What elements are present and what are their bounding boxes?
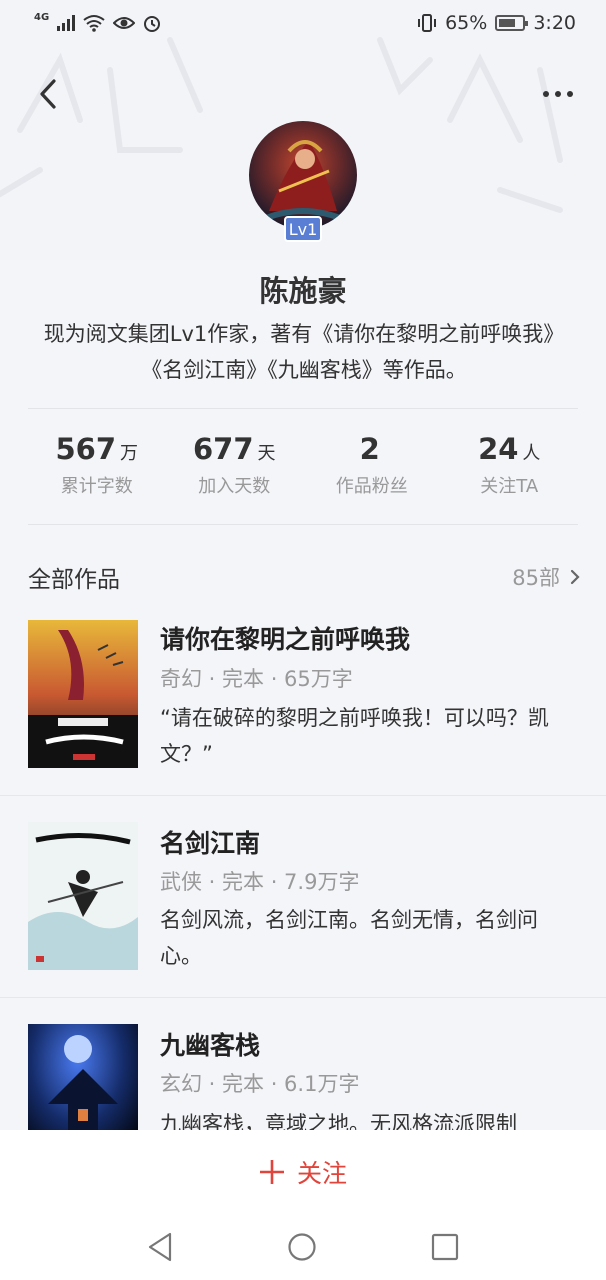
book-title: 九幽客栈 [160, 1031, 261, 1060]
signal-icon [57, 15, 76, 31]
book-meta: 奇幻 · 完本 · 65万字 [160, 667, 353, 691]
stat-value: 677 [192, 432, 254, 466]
works-count-link[interactable]: 85部 [512, 562, 580, 592]
eye-icon [113, 17, 136, 29]
book-cover [28, 822, 138, 970]
follow-label: 关注 [296, 1159, 347, 1188]
system-nav-bar [0, 1214, 606, 1280]
more-dot-icon [555, 91, 561, 97]
author-name: 陈施豪 [259, 274, 347, 308]
network-type: 4G [34, 11, 50, 23]
book-description: 名剑风流，名剑江南。名剑无情，名剑问心。 [160, 908, 538, 968]
nav-back-icon[interactable] [147, 1232, 173, 1262]
chevron-right-icon [570, 569, 580, 585]
more-dot-icon [567, 91, 573, 97]
stat-label: 关注TA [480, 476, 539, 497]
stat-join-days: 677 天 加入天数 [166, 432, 304, 512]
stat-label: 作品粉丝 [335, 476, 408, 497]
more-button[interactable] [536, 80, 580, 108]
clock: 3:20 [533, 12, 576, 34]
works-section-title: 全部作品 [28, 567, 120, 593]
book-description: 九幽客栈，竟域之地。无风格流派限制 [160, 1112, 517, 1130]
stat-label: 累计字数 [60, 476, 133, 497]
more-dot-icon [543, 91, 549, 97]
book-meta: 玄幻 · 完本 · 6.1万字 [160, 1072, 360, 1096]
stat-unit: 万 [120, 443, 139, 464]
nav-recents-icon[interactable] [431, 1233, 459, 1261]
stat-label: 加入天数 [198, 476, 271, 497]
book-item[interactable]: 请你在黎明之前呼唤我 奇幻 · 完本 · 65万字 “请在破碎的黎明之前呼唤我！… [0, 600, 606, 800]
stat-value: 2 [359, 432, 380, 466]
stat-value: 24 [478, 432, 519, 466]
book-cover [28, 1024, 138, 1130]
divider [0, 795, 606, 796]
plus-icon [259, 1160, 284, 1184]
divider [28, 524, 578, 525]
stat-unit: 人 [522, 443, 541, 464]
book-description: “请在破碎的黎明之前呼唤我！可以吗？凯文？” [160, 706, 549, 766]
divider [28, 408, 578, 409]
book-item[interactable]: 九幽客栈 玄幻 · 完本 · 6.1万字 九幽客栈，竟域之地。无风格流派限制 [0, 1002, 606, 1130]
level-badge: Lv1 [284, 216, 322, 242]
book-cover [28, 620, 138, 768]
works-count: 85部 [512, 566, 560, 590]
stats-row: 567 万 累计字数 677 天 加入天数 2 作品粉丝 24 人 关注TA [28, 432, 578, 512]
wifi-icon [83, 15, 105, 32]
avatar[interactable] [249, 121, 357, 229]
book-item[interactable]: 名剑江南 武侠 · 完本 · 7.9万字 名剑风流，名剑江南。名剑无情，名剑问心… [0, 800, 606, 1000]
battery-icon [495, 15, 529, 31]
stat-fans[interactable]: 2 作品粉丝 [303, 432, 441, 512]
follow-button[interactable]: 关注 [0, 1130, 606, 1214]
stat-word-count: 567 万 累计字数 [28, 432, 166, 512]
back-button[interactable] [30, 76, 66, 112]
chevron-left-icon [40, 79, 56, 109]
nav-home-icon[interactable] [287, 1232, 317, 1262]
author-bio: 现为阅文集团Lv1作家，著有《请你在黎明之前呼唤我》《名剑江南》《九幽客栈》等作… [43, 322, 565, 382]
stat-value: 567 [55, 432, 117, 466]
stat-unit: 天 [257, 443, 276, 464]
battery-percent: 65% [445, 12, 488, 34]
vibrate-icon [418, 14, 437, 32]
alarm-icon [144, 16, 161, 32]
book-title: 名剑江南 [160, 829, 261, 858]
book-title: 请你在黎明之前呼唤我 [160, 625, 411, 654]
stat-following[interactable]: 24 人 关注TA [441, 432, 579, 512]
book-meta: 武侠 · 完本 · 7.9万字 [160, 870, 360, 894]
status-bar: 4G 65% 3:20 [0, 0, 606, 46]
divider [0, 997, 606, 998]
